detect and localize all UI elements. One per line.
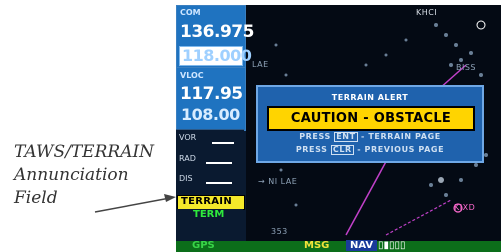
dis-value-dash <box>206 182 232 184</box>
ent-key-label[interactable]: ENT <box>334 132 358 142</box>
alert-title: TERRAIN ALERT <box>331 93 409 102</box>
gps-mode-label[interactable]: GPS <box>192 240 215 251</box>
vloc-active-frequency: 117.95 <box>180 84 243 104</box>
page-indicator: ▯▮▯▯▯ <box>378 240 406 251</box>
alert-message-box: CAUTION - OBSTACLE <box>267 106 475 131</box>
com-standby-field[interactable]: 118.000 <box>179 46 252 66</box>
com-radio-window[interactable]: COM 136.975 118.000 <box>176 5 254 71</box>
gps-display-screen: KHCI LAE BISS → NI LAE KIXD 353 COM 136.… <box>176 5 501 252</box>
com-active-frequency: 136.975 <box>180 22 254 42</box>
alert-instruction-terrain: PRESS ENT - TERRAIN PAGE <box>258 132 482 142</box>
radio-column: COM 136.975 118.000 VLOC 117.95 108.00 V… <box>176 5 254 252</box>
alert-instruction-previous: PRESS CLR - PREVIOUS PAGE <box>258 145 482 155</box>
rad-label: RAD <box>179 154 196 163</box>
map-label-khci: KHCI <box>416 8 438 17</box>
terrain-annunciation-text: TERRAIN <box>181 196 232 207</box>
vor-label: VOR <box>179 133 197 142</box>
term-annunciation-field: TERM <box>177 209 243 222</box>
press-label-2: PRESS <box>295 145 328 154</box>
vloc-standby-frequency: 108.00 <box>181 105 240 124</box>
previous-page-action: - PREVIOUS PAGE <box>357 145 445 154</box>
vor-ident-dash <box>212 142 234 144</box>
terrain-alert-popup[interactable]: TERRAIN ALERT CAUTION - OBSTACLE PRESS E… <box>256 85 484 163</box>
com-label: COM <box>180 8 201 17</box>
map-label-kixd: KIXD <box>454 203 476 212</box>
vor-window: VOR RAD DIS <box>176 129 244 196</box>
map-label-biss: BISS <box>456 63 477 72</box>
map-label-lae: LAE <box>252 60 269 69</box>
terrain-page-action: - TERRAIN PAGE <box>361 132 441 141</box>
bottom-status-bar: GPS MSG NAV ▯▮▯▯▯ <box>176 240 501 252</box>
msg-annunciator[interactable]: MSG <box>304 240 329 251</box>
vloc-standby-field[interactable]: 108.00 <box>179 105 241 124</box>
alert-message: CAUTION - OBSTACLE <box>290 111 452 126</box>
terrain-annunciation-field: TERRAIN <box>177 195 245 210</box>
term-annunciation-text: TERM <box>193 209 225 220</box>
vloc-radio-window[interactable]: VLOC 117.95 108.00 <box>176 67 246 131</box>
map-label-ni-lae: → NI LAE <box>258 177 298 186</box>
nav-page-label[interactable]: NAV <box>346 240 378 251</box>
clr-key-label[interactable]: CLR <box>330 145 354 155</box>
rad-value-dash <box>206 162 232 164</box>
press-label-1: PRESS <box>299 132 331 141</box>
map-label-353: 353 <box>271 227 288 236</box>
com-standby-frequency: 118.000 <box>182 46 252 65</box>
vloc-label: VLOC <box>180 71 204 80</box>
dis-label: DIS <box>179 174 193 183</box>
